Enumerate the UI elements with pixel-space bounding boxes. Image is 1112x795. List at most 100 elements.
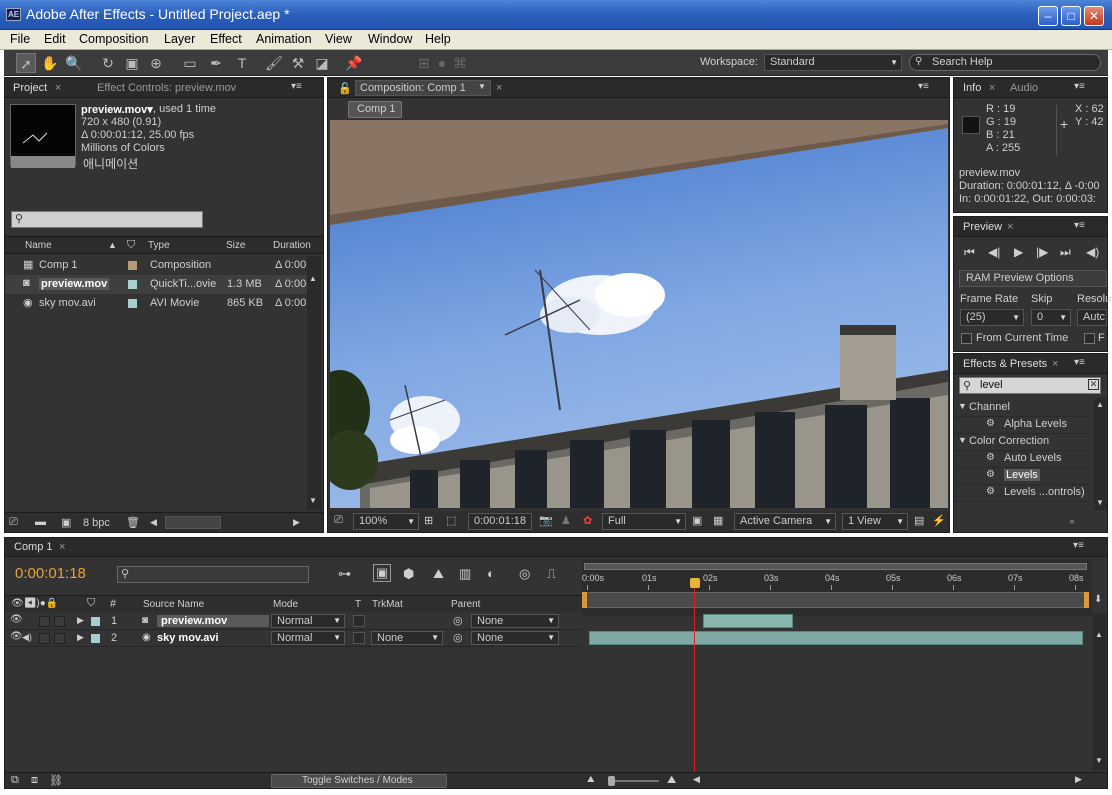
current-time-indicator-head[interactable] (690, 578, 700, 588)
column-parent[interactable]: Parent (451, 599, 480, 610)
time-ruler[interactable]: 0:00s 01s 02s 03s 04s 05s 06s 07s 08s (582, 560, 1092, 616)
selection-tool-icon[interactable]: ➚ (16, 53, 36, 73)
clear-search-icon[interactable]: ✕ (1088, 379, 1099, 390)
close-icon[interactable]: × (1052, 358, 1058, 370)
scroll-down-icon[interactable]: ▼ (309, 496, 317, 505)
menu-edit[interactable]: Edit (44, 32, 66, 46)
column-duration[interactable]: Duration (273, 240, 311, 251)
first-frame-icon[interactable]: ⏮ (964, 245, 975, 260)
hide-shy-layers-icon[interactable]: ⛰ (433, 566, 444, 582)
search-help-field[interactable]: ⚲ Search Help (909, 54, 1101, 71)
lock-switch[interactable] (54, 616, 65, 627)
timeline-scrollbar[interactable]: ▲ ▼ (1093, 614, 1107, 770)
resolution-dropdown[interactable]: Full ▼ (602, 513, 686, 530)
ram-preview-options[interactable]: RAM Preview Options (959, 270, 1107, 287)
pen-tool-icon[interactable]: ✒ (206, 53, 226, 73)
tab-audio[interactable]: Audio (1010, 82, 1038, 94)
view-axis-icon[interactable]: ⌘ (450, 53, 470, 73)
composition-viewer[interactable] (330, 120, 948, 508)
label-tag-icon[interactable]: ⛉ (127, 239, 135, 252)
scroll-left-icon[interactable]: ◀ (693, 774, 700, 785)
scroll-down-icon[interactable]: ▼ (1096, 498, 1104, 507)
menu-animation[interactable]: Animation (256, 32, 312, 46)
scroll-down-icon[interactable]: ▼ (1095, 756, 1103, 765)
frame-blending-icon[interactable]: ▥ (459, 566, 471, 582)
menu-window[interactable]: Window (368, 32, 412, 46)
trkmat-dropdown[interactable]: None ▼ (371, 631, 443, 645)
layer-mode-dropdown[interactable]: Normal ▼ (271, 631, 345, 645)
project-item[interactable]: ◙ preview.mov QuickTi...ovie 1.3 MB Δ 0:… (5, 275, 307, 294)
layer-2-duration-bar[interactable] (589, 631, 1083, 645)
label-color-swatch[interactable] (128, 261, 137, 270)
layer-mode-dropdown[interactable]: Normal ▼ (271, 614, 345, 628)
snapshot-icon[interactable]: 📷 (539, 514, 553, 527)
close-icon[interactable]: × (59, 541, 65, 553)
play-icon[interactable]: ▶ (1014, 245, 1023, 259)
menu-layer[interactable]: Layer (164, 32, 195, 46)
close-icon[interactable]: × (55, 82, 61, 94)
column-size[interactable]: Size (226, 240, 245, 251)
current-time-field[interactable]: 0:00:01:18 (468, 513, 532, 530)
fast-previews-icon[interactable]: ⚡ (932, 514, 946, 527)
solo-switch[interactable] (39, 616, 50, 627)
lock-switch[interactable] (54, 633, 65, 644)
grid-guides-icon[interactable]: ⊞ (424, 514, 433, 527)
column-type[interactable]: Type (148, 240, 170, 251)
resolution-preview-dropdown[interactable]: Autc (1077, 309, 1107, 326)
text-tool-icon[interactable]: T (232, 53, 252, 73)
show-snapshot-icon[interactable]: ♟ (561, 514, 571, 527)
close-button[interactable]: ✕ (1084, 6, 1104, 26)
eraser-tool-icon[interactable]: ◪ (312, 53, 332, 73)
parent-dropdown[interactable]: None ▼ (471, 614, 559, 628)
disclosure-triangle-icon[interactable]: ▼ (958, 401, 967, 411)
zoom-slider-handle[interactable] (608, 776, 615, 786)
scroll-up-icon[interactable]: ▲ (1095, 630, 1103, 639)
new-composition-icon[interactable]: ▣ (61, 516, 71, 529)
new-preset-icon[interactable]: ▫ (1070, 516, 1074, 528)
menu-file[interactable]: File (10, 32, 30, 46)
close-icon[interactable]: × (1007, 221, 1013, 233)
panel-menu-icon[interactable]: ▾≡ (1074, 357, 1085, 368)
column-trkmat[interactable]: TrkMat (372, 599, 403, 610)
zoom-tool-icon[interactable]: 🔍 (64, 53, 84, 73)
pixel-aspect-icon[interactable]: ▤ (914, 514, 924, 527)
brush-tool-icon[interactable]: 🖌 (264, 53, 284, 73)
panel-menu-icon[interactable]: ▾≡ (918, 81, 929, 92)
column-source-name[interactable]: Source Name (143, 599, 204, 610)
hand-tool-icon[interactable]: ✋ (40, 53, 60, 73)
solo-switch[interactable] (39, 633, 50, 644)
panel-menu-icon[interactable]: ▾≡ (1074, 220, 1085, 231)
interpret-footage-icon[interactable]: ⎚ (9, 516, 18, 529)
tab-effects-presets[interactable]: Effects & Presets (963, 358, 1047, 370)
composition-mini-flowchart-icon[interactable]: ⊶ (338, 566, 351, 582)
project-search-field[interactable]: ⚲ (11, 211, 203, 228)
audio-speaker-icon[interactable]: ◀) (22, 632, 32, 643)
last-frame-icon[interactable]: ⏭ (1060, 245, 1071, 260)
view-layout-dropdown[interactable]: 1 View ▼ (842, 513, 908, 530)
camera-tool-icon[interactable]: ▣ (122, 53, 142, 73)
tab-info[interactable]: Info (963, 82, 981, 94)
timeline-layer-row[interactable]: 👁 ▶ 1 ◙ preview.mov Normal ▼ ◎ None ▼ (5, 613, 582, 630)
in-out-icon[interactable]: ⛓ (49, 774, 63, 787)
toggle-mask-icon[interactable]: ⬚ (446, 514, 456, 527)
lock-icon[interactable]: 🔓 (338, 82, 352, 95)
parent-dropdown[interactable]: None ▼ (471, 631, 559, 645)
skip-dropdown[interactable]: 0 ▼ (1031, 309, 1071, 326)
full-screen-checkbox[interactable] (1084, 333, 1095, 344)
horizontal-scrollbar-thumb[interactable] (165, 516, 221, 529)
menu-composition[interactable]: Composition (79, 32, 148, 46)
timeline-search-field[interactable]: ⚲ (117, 566, 309, 583)
live-update-icon[interactable]: ▣ (373, 564, 392, 582)
column-t[interactable]: T (355, 599, 361, 610)
zoom-slider[interactable] (609, 780, 659, 782)
preserve-transparency-toggle[interactable] (353, 632, 365, 644)
scroll-up-icon[interactable]: ▲ (309, 274, 317, 283)
label-tag-icon[interactable]: ⛉ (87, 597, 95, 610)
work-area-end-handle[interactable] (1084, 592, 1089, 608)
work-area-start-handle[interactable] (582, 592, 587, 608)
comp-breadcrumb[interactable]: Comp 1 (348, 101, 402, 118)
current-time-indicator-line[interactable] (694, 588, 695, 772)
panel-menu-icon[interactable]: ▾≡ (291, 81, 302, 92)
maximize-button[interactable]: □ (1061, 6, 1081, 26)
timeline-layer-row[interactable]: 👁 ◀) ▶ 2 ◉ sky mov.avi Normal ▼ None ▼ ◎ N… (5, 630, 582, 647)
